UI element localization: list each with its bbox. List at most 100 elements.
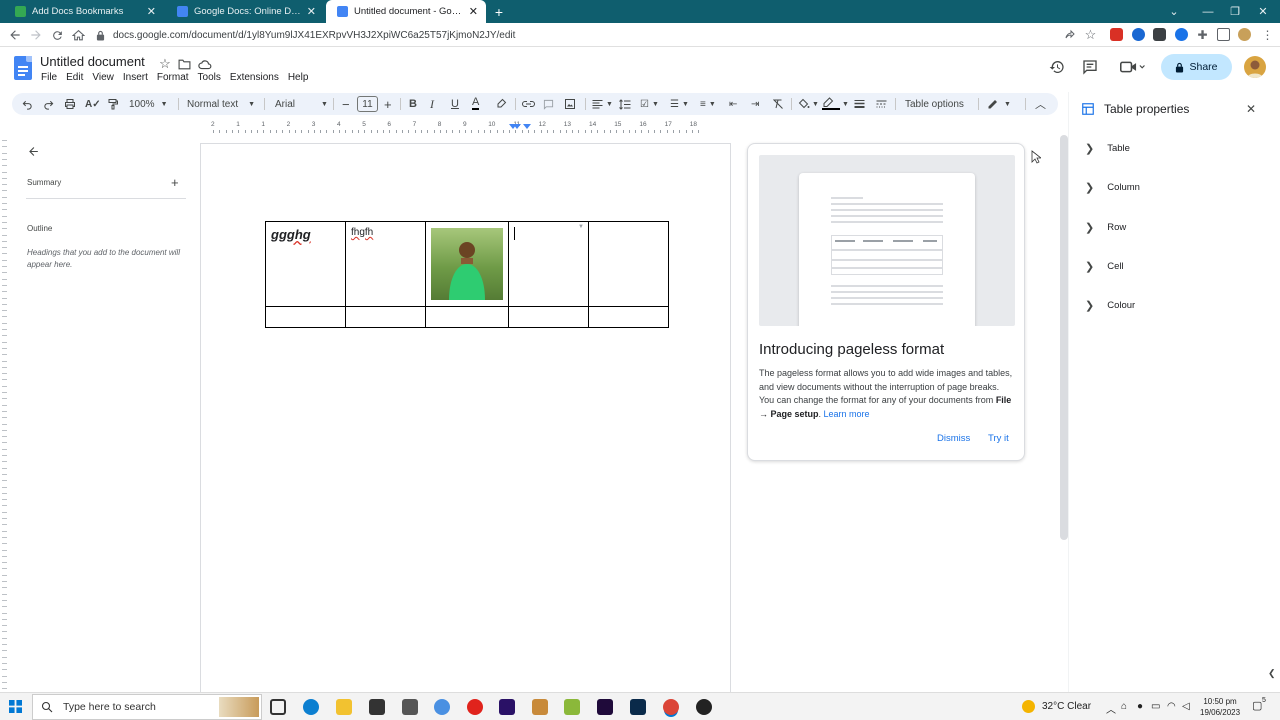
decrease-indent-icon[interactable]: ⇤ (729, 96, 737, 112)
cloud-status-icon[interactable] (196, 55, 214, 73)
horizontal-ruler[interactable]: 2 1 1 2 3 4 5 6 7 8 9 10 11 12 13 14 15 16 17 18 (200, 121, 730, 133)
store-app-icon[interactable] (369, 699, 385, 715)
edge-app-icon[interactable] (303, 699, 319, 715)
menu-file[interactable]: File (41, 72, 57, 83)
profile-avatar[interactable] (1238, 28, 1251, 41)
bulleted-list-icon[interactable]: ☰ ▼ (670, 96, 689, 112)
bold-icon[interactable]: B (409, 96, 417, 112)
inserted-photo[interactable] (431, 228, 503, 300)
battery-icon[interactable]: ▭ (1151, 701, 1160, 712)
increase-font-size-button[interactable]: + (384, 96, 392, 112)
align-icon[interactable]: ▼ (592, 96, 613, 112)
comments-icon[interactable] (1081, 58, 1099, 76)
app-icon[interactable] (696, 699, 712, 715)
text-color-icon[interactable]: A (472, 96, 480, 110)
paint-format-icon[interactable] (107, 96, 119, 112)
table-cell[interactable] (588, 221, 669, 307)
chrome-menu-icon[interactable]: ⋮ (1261, 28, 1274, 42)
line-spacing-icon[interactable] (619, 96, 631, 112)
microphone-icon[interactable]: ● (1137, 701, 1143, 712)
dropdown-arrow-icon[interactable]: ▼ (842, 96, 849, 112)
star-icon[interactable]: ☆ (156, 55, 174, 73)
table-cell[interactable]: ggghg (265, 221, 346, 307)
move-folder-icon[interactable] (175, 55, 193, 73)
print-icon[interactable] (64, 96, 76, 112)
file-explorer-app-icon[interactable] (336, 699, 352, 715)
weather-text[interactable]: 32°C Clear (1042, 701, 1091, 712)
network-icon[interactable]: ⌂ (1121, 701, 1127, 712)
menu-help[interactable]: Help (288, 72, 309, 83)
hide-menus-icon[interactable]: ︿ (1035, 96, 1046, 112)
weather-icon[interactable] (1022, 700, 1035, 713)
docs-logo-icon[interactable] (14, 56, 32, 80)
menu-view[interactable]: View (92, 72, 114, 83)
reload-icon[interactable] (49, 27, 65, 43)
underline-icon[interactable]: U (451, 96, 459, 112)
tray-chevron-icon[interactable]: ︿ (1106, 701, 1116, 716)
close-icon[interactable]: ✕ (147, 5, 156, 18)
section-colour[interactable]: ❯ Colour (1085, 299, 1135, 312)
chrome-app-icon[interactable] (663, 699, 679, 715)
close-panel-icon[interactable]: ✕ (1246, 102, 1256, 116)
taskbar-search-box[interactable]: Type here to search (32, 694, 262, 720)
extensions-puzzle-icon[interactable]: ✚ (1196, 28, 1209, 42)
premiere-app-icon[interactable] (499, 699, 515, 715)
back-icon[interactable] (7, 27, 23, 43)
menu-edit[interactable]: Edit (66, 72, 83, 83)
collapse-panel-icon[interactable]: ❮ (1268, 668, 1276, 679)
browser-tab-add-docs-bookmarks[interactable]: Add Docs Bookmarks ✕ (4, 0, 164, 23)
table-cell[interactable] (508, 306, 589, 328)
decrease-font-size-button[interactable]: − (342, 96, 350, 112)
table-options-button[interactable]: Table options (905, 96, 964, 112)
paragraph-style-select[interactable]: Normal text ▼ (187, 96, 255, 112)
bookmark-star-icon[interactable]: ☆ (1084, 27, 1097, 42)
table-cell[interactable] (265, 306, 346, 328)
section-column[interactable]: ❯ Column (1085, 181, 1140, 194)
browser-tab-untitled-document[interactable]: Untitled document - Google Docs ✕ (326, 0, 486, 23)
forward-icon[interactable] (28, 27, 44, 43)
meet-video-icon[interactable] (1118, 58, 1148, 76)
notifications-icon[interactable]: ▢ (1252, 699, 1262, 712)
border-width-icon[interactable] (854, 96, 865, 112)
close-icon[interactable]: ✕ (469, 5, 478, 18)
dismiss-button[interactable]: Dismiss (937, 433, 970, 444)
menu-format[interactable]: Format (157, 72, 189, 83)
share-button[interactable]: Share (1161, 54, 1232, 80)
insert-link-icon[interactable] (522, 96, 535, 112)
font-size-input[interactable]: 11 (357, 96, 378, 112)
extension-icon[interactable] (1153, 28, 1166, 41)
app-icon[interactable] (564, 699, 580, 715)
table-cell[interactable] (345, 306, 426, 328)
numbered-list-icon[interactable]: ≡ ▼ (700, 96, 716, 112)
border-dash-icon[interactable] (876, 96, 887, 112)
back-arrow-icon[interactable] (25, 143, 41, 159)
window-close-icon[interactable]: ✕ (1246, 0, 1280, 23)
cell-menu-icon[interactable]: ▼ (578, 224, 584, 230)
account-avatar[interactable] (1244, 56, 1266, 78)
photoshop-app-icon[interactable] (630, 699, 646, 715)
table-cell[interactable]: ▼ (508, 221, 589, 307)
after-effects-app-icon[interactable] (597, 699, 613, 715)
tab-search-icon[interactable]: ⌄ (1157, 0, 1191, 23)
try-it-button[interactable]: Try it (988, 433, 1009, 444)
version-history-icon[interactable] (1048, 58, 1066, 76)
checklist-icon[interactable]: ☑ ▼ (640, 96, 659, 112)
extension-icon[interactable] (1132, 28, 1145, 41)
table-cell[interactable]: fhgfh (345, 221, 426, 307)
spellcheck-icon[interactable]: A✓ (85, 96, 101, 112)
document-title[interactable]: Untitled document (40, 54, 145, 69)
new-tab-button[interactable]: + (488, 0, 510, 23)
section-table[interactable]: ❯ Table (1085, 142, 1130, 155)
app-icon[interactable] (434, 699, 450, 715)
learn-more-link[interactable]: Learn more (824, 409, 870, 419)
highlight-color-icon[interactable] (495, 96, 507, 112)
extension-icon[interactable] (1175, 28, 1188, 41)
insert-image-icon[interactable] (564, 96, 576, 112)
undo-icon[interactable] (22, 96, 33, 112)
add-comment-icon[interactable] (543, 96, 554, 112)
windows-start-icon[interactable] (9, 700, 22, 713)
document-table[interactable]: ggghg fhgfh ▼ (265, 221, 669, 328)
mail-app-icon[interactable] (402, 699, 418, 715)
clear-formatting-icon[interactable] (772, 96, 784, 112)
document-page[interactable]: ggghg fhgfh ▼ (200, 143, 731, 703)
